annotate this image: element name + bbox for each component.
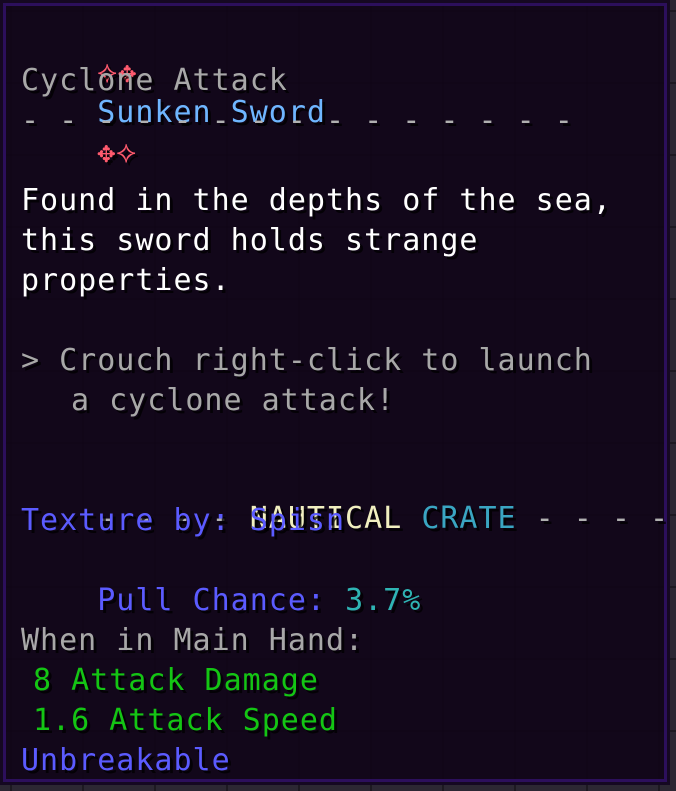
texture-credit: Texture by: Spisn — [21, 503, 346, 538]
separator-line: - - - - - - - - - - - - - - - — [21, 103, 574, 138]
crate-dashes-right: - - - - — [516, 501, 670, 536]
item-tooltip: ⟡✥ Sunken Sword ✥⟡ Cyclone Attack - - - … — [0, 0, 670, 785]
pull-chance-label: Pull Chance: — [97, 583, 346, 618]
attack-damage-stat: 8 Attack Damage — [33, 663, 319, 698]
crate-word-crate: CRATE — [421, 501, 517, 536]
ability-line-1: > Crouch right-click to launch — [21, 343, 593, 378]
description-line-3: properties. — [21, 263, 231, 298]
description-line-2: this sword holds strange — [21, 223, 479, 258]
pull-chance-value: 3.7% — [345, 583, 422, 618]
description-line-1: Found in the depths of the sea, — [21, 183, 612, 218]
ability-line-2: a cyclone attack! — [71, 383, 396, 418]
item-subtitle: Cyclone Attack — [21, 63, 288, 98]
unbreakable-tag: Unbreakable — [21, 743, 231, 778]
attack-speed-stat: 1.6 Attack Speed — [33, 703, 338, 738]
main-hand-header: When in Main Hand: — [21, 623, 365, 658]
